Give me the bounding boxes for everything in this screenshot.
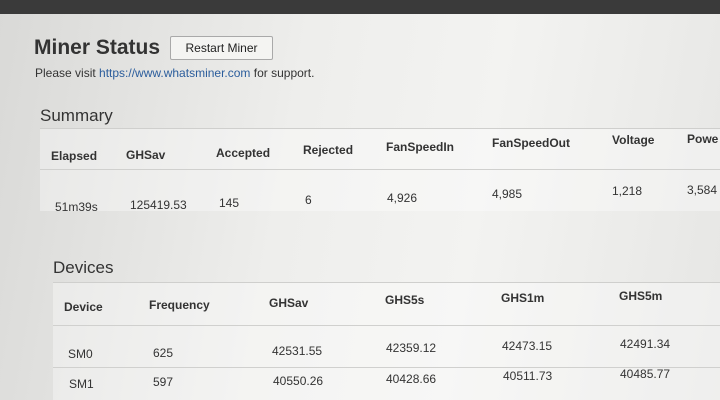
device-row-1-ghs5s: 40428.66 <box>386 372 437 386</box>
summary-header-voltage: Voltage <box>612 133 655 147</box>
device-row-0-device: SM0 <box>68 347 93 361</box>
summary-elapsed-text: 51m39s <box>55 200 98 214</box>
summary-value-ghsav: 125419.53 <box>130 198 187 212</box>
device-row-0-ghs5s: 42359.12 <box>386 341 437 355</box>
device-row-0-ghsav: 42531.55 <box>272 344 323 358</box>
summary-header-fanspeedin: FanSpeedIn <box>386 140 455 154</box>
page-header: Miner Status Restart Miner <box>34 36 273 60</box>
summary-header-ghsav: GHSav <box>126 148 166 162</box>
miner-status-page: Miner Status Restart Miner Please visit … <box>0 0 720 400</box>
summary-value-power: 3,584 <box>687 183 718 197</box>
devices-header-device: Device <box>64 300 103 314</box>
summary-divider <box>40 169 720 170</box>
devices-table: Device Frequency GHSav GHS5s GHS1m GHS5m… <box>53 282 720 400</box>
summary-title: Summary <box>40 106 113 125</box>
support-text: Please visit https://www.whatsminer.com … <box>35 66 314 80</box>
summary-header-accepted: Accepted <box>216 146 271 160</box>
devices-header-ghs5m: GHS5m <box>619 289 663 303</box>
support-suffix: for support. <box>250 66 315 80</box>
summary-value-voltage: 1,218 <box>612 184 643 198</box>
device-row-1-frequency: 597 <box>153 375 174 389</box>
summary-value-fanspeedout: 4,985 <box>492 187 523 201</box>
summary-value-rejected: 6 <box>305 193 312 207</box>
device-row-0-frequency: 625 <box>153 346 174 360</box>
device-row-1-ghsav: 40550.26 <box>273 374 324 388</box>
device-row-0-ghs1m: 42473.15 <box>502 339 553 353</box>
device-row-1-device: SM1 <box>69 377 94 391</box>
restart-miner-button[interactable]: Restart Miner <box>170 36 273 60</box>
devices-header-ghsav: GHSav <box>269 296 309 310</box>
device-row-1-ghs5m: 40485.77 <box>620 367 671 381</box>
top-bar <box>0 0 720 14</box>
summary-header-power: Powe <box>687 132 719 146</box>
device-row-1-ghs1m: 40511.73 <box>503 369 553 383</box>
summary-header-fanspeedout: FanSpeedOut <box>492 136 571 150</box>
devices-header-ghs1m: GHS1m <box>501 291 545 305</box>
summary-value-elapsed: 51m39s <box>55 200 98 214</box>
devices-divider <box>53 325 720 326</box>
summary-table: Elapsed GHSav Accepted Rejected FanSpeed… <box>40 128 720 214</box>
devices-title: Devices <box>53 258 114 277</box>
page-title: Miner Status <box>34 36 161 59</box>
device-row-0-ghs5m: 42491.34 <box>620 337 671 351</box>
support-link[interactable]: https://www.whatsminer.com <box>99 66 250 80</box>
support-prefix: Please visit <box>35 66 100 80</box>
summary-value-fanspeedin: 4,926 <box>387 191 418 205</box>
summary-value-accepted: 145 <box>219 196 240 210</box>
summary-header-elapsed: Elapsed <box>51 149 98 163</box>
devices-header-frequency: Frequency <box>149 298 210 312</box>
devices-header-ghs5s: GHS5s <box>385 293 425 307</box>
summary-header-rejected: Rejected <box>303 143 354 157</box>
